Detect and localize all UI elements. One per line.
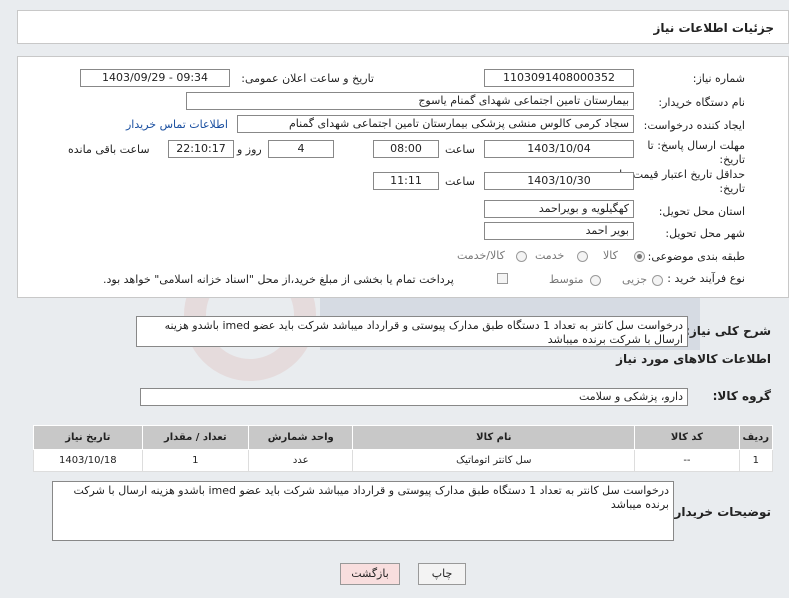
buyer-notes-label: توضیحات خریدار:	[669, 505, 771, 519]
goods-table: ردیف کد کالا نام کالا واحد شمارش تعداد /…	[33, 425, 774, 472]
announce-label: تاریخ و ساعت اعلان عمومی:	[241, 72, 374, 85]
deadline-date-field: 1403/10/04	[484, 140, 634, 158]
announce-field: 1403/09/29 - 09:34	[80, 69, 230, 87]
need-number-label: شماره نیاز:	[692, 72, 745, 85]
print-button[interactable]: چاپ	[418, 563, 466, 585]
col-header-name: نام کالا	[352, 425, 636, 450]
col-header-code: کد کالا	[634, 425, 740, 450]
goods-section-title: اطلاعات کالاهای مورد نیاز	[616, 352, 771, 366]
treasury-payment-note: پرداخت تمام یا بخشی از مبلغ خرید،از محل …	[103, 273, 454, 286]
category-goods-label: کالا	[603, 249, 618, 262]
validity-label: حداقل تاریخ اعتبار قیمت: تا تاریخ:	[619, 168, 745, 195]
buyer-contact-link[interactable]: اطلاعات تماس خریدار	[126, 118, 228, 131]
category-goods-radio[interactable]	[634, 251, 645, 262]
category-service-label: خدمت	[535, 249, 565, 262]
back-button[interactable]: بازگشت	[340, 563, 400, 585]
cell-row: 1	[738, 449, 774, 472]
cell-name: سل کانتر اتوماتیک	[352, 449, 636, 472]
requester-label: ایجاد کننده درخواست:	[643, 119, 745, 132]
buyer-notes-textarea: درخواست سل کانتر به تعداد 1 دستگاه طبق م…	[52, 481, 674, 541]
need-number-field: 1103091408000352	[484, 69, 634, 87]
category-both-label: کالا/خدمت	[457, 249, 505, 262]
cell-date: 1403/10/18	[33, 449, 143, 472]
process-medium-label: متوسط	[549, 273, 584, 286]
province-field: کهگیلویه و بویراحمد	[484, 200, 634, 218]
cell-code: --	[634, 449, 740, 472]
remaining-time-field: 22:10:17	[168, 140, 234, 158]
description-label: شرح کلی نیاز:	[685, 324, 771, 338]
days-field: 4	[268, 140, 334, 158]
deadline-hour-label: ساعت	[445, 143, 475, 156]
province-label: استان محل تحویل:	[658, 205, 745, 218]
col-header-qty: تعداد / مقدار	[141, 425, 250, 450]
treasury-payment-checkbox[interactable]	[497, 273, 508, 284]
table-row: 1 -- سل کانتر اتوماتیک عدد 1 1403/10/18	[33, 449, 774, 472]
category-label: طبقه بندی موضوعی:	[647, 250, 745, 263]
validity-date-field: 1403/10/30	[484, 172, 634, 190]
validity-hour-label: ساعت	[445, 175, 475, 188]
buyer-org-label: نام دستگاه خریدار:	[658, 96, 745, 109]
cell-unit: عدد	[248, 449, 354, 472]
page-title: جزئیات اطلاعات نیاز	[653, 21, 774, 35]
col-header-row: ردیف	[738, 425, 774, 450]
col-header-date: تاریخ نیاز	[33, 425, 143, 450]
remaining-label: ساعت باقی مانده	[68, 143, 150, 156]
city-label: شهر محل تحویل:	[665, 227, 745, 240]
col-header-unit: واحد شمارش	[248, 425, 354, 450]
days-label: روز و	[237, 143, 262, 156]
process-small-radio[interactable]	[652, 275, 663, 286]
page-title-bar: جزئیات اطلاعات نیاز	[17, 10, 789, 44]
process-label: نوع فرآیند خرید :	[667, 272, 745, 285]
cell-qty: 1	[141, 449, 250, 472]
process-medium-radio[interactable]	[590, 275, 601, 286]
goods-group-label: گروه کالا:	[712, 389, 771, 403]
buyer-org-field: بیمارستان تامین اجتماعی شهدای گمنام یاسو…	[186, 92, 634, 110]
category-service-radio[interactable]	[577, 251, 588, 262]
validity-time-field: 11:11	[373, 172, 439, 190]
goods-group-field: دارو، پزشکی و سلامت	[140, 388, 688, 406]
goods-table-header: ردیف کد کالا نام کالا واحد شمارش تعداد /…	[33, 425, 774, 450]
category-both-radio[interactable]	[516, 251, 527, 262]
process-small-label: جزیی	[622, 273, 648, 286]
description-textarea: درخواست سل کانتر به تعداد 1 دستگاه طبق م…	[136, 316, 688, 347]
deadline-label: مهلت ارسال پاسخ: تا تاریخ:	[647, 139, 745, 166]
requester-field: سجاد کرمی کالوس منشی پزشکی بیمارستان تام…	[237, 115, 634, 133]
deadline-time-field: 08:00	[373, 140, 439, 158]
city-field: بویر احمد	[484, 222, 634, 240]
